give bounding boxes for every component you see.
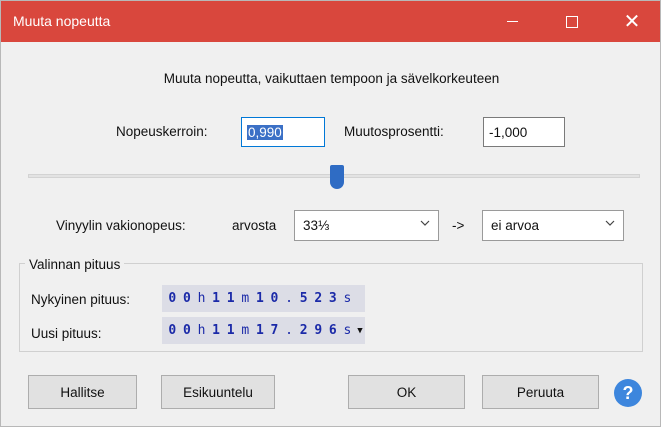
- speed-slider-thumb[interactable]: [330, 165, 344, 189]
- help-button[interactable]: ?: [614, 379, 642, 407]
- title-bar[interactable]: Muuta nopeutta ✕: [1, 1, 660, 42]
- current-length-digit: 3: [328, 291, 337, 306]
- new-length-unit[interactable]: s: [340, 323, 355, 338]
- speed-multiplier-value: 0,990: [247, 124, 283, 140]
- new-length-unit[interactable]: m: [238, 323, 253, 338]
- current-length-unit: s: [343, 291, 352, 306]
- current-length-label: Nykyinen pituus:: [31, 292, 131, 307]
- current-length-unit: h: [197, 291, 206, 306]
- ok-button[interactable]: OK: [348, 375, 465, 409]
- new-length-digit[interactable]: 0: [180, 323, 195, 338]
- cancel-button[interactable]: Peruuta: [482, 375, 599, 409]
- vinyl-to-value: ei arvoa: [491, 218, 540, 233]
- dialog-description: Muuta nopeutta, vaikuttaen tempoon ja sä…: [163, 71, 500, 86]
- format-dropdown-icon[interactable]: ▼: [355, 317, 365, 344]
- new-length-label: Uusi pituus:: [31, 326, 102, 341]
- percent-change-input[interactable]: -1,000: [483, 117, 565, 147]
- new-length-digit[interactable]: 1: [209, 323, 224, 338]
- new-length-digit[interactable]: 1: [223, 323, 238, 338]
- vinyl-from-select[interactable]: 33⅓: [294, 210, 439, 241]
- new-length-digit[interactable]: 0: [165, 323, 180, 338]
- new-length-unit[interactable]: .: [282, 323, 297, 338]
- new-length-digit[interactable]: 6: [326, 323, 341, 338]
- vinyl-to-select[interactable]: ei arvoa: [482, 210, 624, 241]
- current-length-digit: 5: [299, 291, 308, 306]
- close-icon: ✕: [623, 10, 641, 33]
- current-length-digit: 0: [270, 291, 279, 306]
- chevron-down-icon: [605, 220, 615, 226]
- new-length-digit[interactable]: 9: [311, 323, 326, 338]
- chevron-down-icon: [420, 220, 430, 226]
- current-length-digit: 1: [255, 291, 264, 306]
- percent-change-label: Muutosprosentti:: [344, 124, 444, 139]
- new-length-input[interactable]: 0 0 h 1 1 m 1 7. 2 9 6 s ▼: [162, 317, 365, 344]
- new-length-digit[interactable]: 2: [296, 323, 311, 338]
- current-length-unit: m: [241, 291, 250, 306]
- percent-change-value: -1,000: [489, 124, 528, 140]
- speed-multiplier-input[interactable]: 0,990: [241, 117, 325, 147]
- vinyl-arrow-text: ->: [452, 218, 465, 233]
- current-length-display: 00h11m10.523s: [162, 285, 365, 312]
- new-length-unit[interactable]: h: [194, 323, 209, 338]
- current-length-digit: 1: [212, 291, 220, 306]
- current-length-digit: 0: [182, 291, 191, 306]
- preview-button[interactable]: Esikuuntelu: [161, 375, 275, 409]
- new-length-digit[interactable]: 1: [253, 323, 268, 338]
- current-length-digit: 2: [314, 291, 323, 306]
- close-button[interactable]: ✕: [609, 1, 655, 42]
- new-length-digit[interactable]: 7: [267, 323, 282, 338]
- window-title: Muuta nopeutta: [13, 13, 111, 29]
- minimize-icon: [506, 21, 518, 22]
- selection-length-title: Valinnan pituus: [25, 257, 125, 272]
- current-length-digit: 1: [226, 291, 235, 306]
- change-speed-dialog: Muuta nopeutta ✕ Muuta nopeutta, vaikutt…: [0, 0, 661, 427]
- speed-multiplier-label: Nopeuskerroin:: [116, 124, 208, 139]
- current-length-digit: 0: [168, 291, 177, 306]
- vinyl-from-label: arvosta: [232, 218, 277, 233]
- manage-button[interactable]: Hallitse: [28, 375, 137, 409]
- vinyl-speed-label: Vinyylin vakionopeus:: [56, 218, 186, 233]
- current-length-unit: .: [285, 291, 293, 306]
- maximize-icon: [566, 15, 578, 28]
- minimize-button[interactable]: [489, 1, 535, 42]
- vinyl-from-value: 33⅓: [303, 218, 330, 233]
- maximize-button[interactable]: [549, 1, 595, 42]
